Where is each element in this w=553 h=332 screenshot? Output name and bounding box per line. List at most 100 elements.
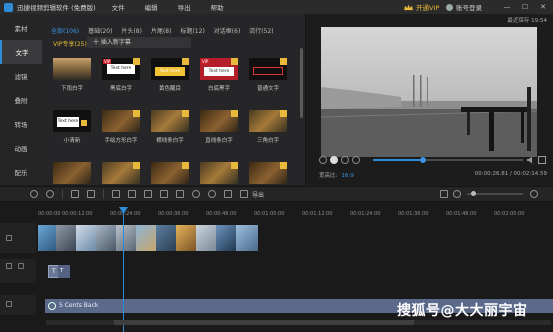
- music-track-icon: [6, 301, 12, 307]
- redo-icon[interactable]: [46, 190, 54, 198]
- text-template-tile[interactable]: [102, 162, 140, 184]
- text-template-tile[interactable]: 下雨白字: [53, 58, 91, 92]
- download-badge-icon: [231, 110, 238, 117]
- video-clip[interactable]: [136, 225, 156, 251]
- tab-basic[interactable]: 基础(20): [88, 26, 112, 35]
- zoom-in-icon[interactable]: [530, 190, 538, 198]
- export-button[interactable]: 导出: [252, 190, 264, 199]
- library-scrollbar[interactable]: [300, 48, 303, 118]
- tab-dialog[interactable]: 对话框(6): [214, 26, 241, 35]
- ruler-tick-label: 00:00:36.00: [158, 211, 189, 217]
- aspect-ratio-selector[interactable]: 宽高比: 16:9: [319, 171, 354, 179]
- download-badge-icon: [231, 162, 238, 169]
- download-badge-icon: [182, 162, 189, 169]
- ruler-tick-label: 00:01:24.00: [350, 211, 381, 217]
- tab-popular[interactable]: 流行(52): [249, 26, 273, 35]
- login-button[interactable]: 账号登录: [446, 2, 482, 12]
- microphone-icon[interactable]: [208, 190, 216, 198]
- undo-icon[interactable]: [30, 190, 38, 198]
- text-template-tile[interactable]: VIP Text here 白底黑字: [200, 58, 238, 92]
- menu-export[interactable]: 导出: [178, 2, 191, 12]
- template-thumbnail: [200, 110, 238, 132]
- timeline-scrollbar-thumb[interactable]: [114, 320, 414, 325]
- close-button[interactable]: ✕: [537, 2, 549, 12]
- previous-frame-icon[interactable]: [319, 156, 327, 164]
- music-note-icon: [48, 302, 56, 310]
- edit-icon[interactable]: [71, 190, 79, 198]
- text-template-tile[interactable]: 手绘方形白字: [102, 110, 140, 144]
- video-clip[interactable]: [38, 225, 56, 251]
- video-clip[interactable]: [96, 225, 116, 251]
- menu-file[interactable]: 文件: [112, 2, 125, 12]
- video-clip[interactable]: [56, 225, 76, 251]
- text-template-tile[interactable]: Text here 黄色醒目: [151, 58, 189, 92]
- sidebar-item-animation[interactable]: 动画: [0, 136, 42, 160]
- video-clip[interactable]: [176, 225, 196, 251]
- tab-all[interactable]: 全部(106): [51, 26, 79, 35]
- text-template-tile[interactable]: [249, 162, 287, 184]
- sidebar-item-text[interactable]: 文字: [0, 40, 42, 64]
- text-template-tile[interactable]: [151, 162, 189, 184]
- mosaic-icon[interactable]: [144, 190, 152, 198]
- freeze-frame-icon[interactable]: [176, 190, 184, 198]
- sidebar-item-transition[interactable]: 转场: [0, 112, 42, 136]
- maximize-button[interactable]: ☐: [519, 2, 531, 12]
- video-clip[interactable]: [196, 225, 216, 251]
- lock-icon[interactable]: [18, 263, 24, 269]
- tab-title[interactable]: 标题(12): [180, 26, 204, 35]
- export-icon[interactable]: [240, 190, 248, 198]
- insert-subtitle-button[interactable]: 十 插入新字幕: [87, 37, 191, 48]
- download-badge-icon: [280, 162, 287, 169]
- template-sample-frame: [253, 67, 283, 75]
- progress-handle[interactable]: [419, 157, 426, 163]
- next-frame-icon[interactable]: [352, 156, 360, 164]
- time-ruler[interactable]: 00:00:00 00:00:12.00 00:00:24.00 00:00:3…: [36, 209, 548, 221]
- timeline: 00:00:00 00:00:12.00 00:00:24.00 00:00:3…: [0, 203, 553, 332]
- playback-progress-bar[interactable]: [373, 157, 523, 163]
- text-template-tile[interactable]: VIP Text here 黑底白字: [102, 58, 140, 92]
- tab-intro[interactable]: 片头(8): [121, 26, 142, 35]
- video-clip[interactable]: [216, 225, 236, 251]
- template-thumbnail: [53, 162, 91, 184]
- video-clip[interactable]: [236, 225, 258, 251]
- text-clip[interactable]: T: [58, 265, 70, 278]
- text-template-tile[interactable]: 普通文字: [249, 58, 287, 92]
- video-clip[interactable]: [116, 225, 136, 251]
- sidebar-item-overlay[interactable]: 叠附: [0, 88, 42, 112]
- speed-icon[interactable]: [192, 190, 200, 198]
- menu-help[interactable]: 帮助: [211, 2, 224, 12]
- rotate-icon[interactable]: [160, 190, 168, 198]
- sidebar-item-music[interactable]: 配乐: [0, 160, 42, 184]
- text-template-tile[interactable]: 三角白字: [249, 110, 287, 144]
- crop-icon[interactable]: [112, 190, 120, 198]
- delete-icon[interactable]: [87, 190, 95, 198]
- text-template-tile[interactable]: [200, 162, 238, 184]
- text-template-tile[interactable]: [53, 162, 91, 184]
- video-clip[interactable]: [76, 225, 96, 251]
- text-template-tile[interactable]: 直线条白字: [200, 110, 238, 144]
- vip-button[interactable]: 开通VIP: [404, 2, 439, 12]
- fit-timeline-icon[interactable]: [440, 190, 448, 198]
- tab-outro[interactable]: 片尾(8): [151, 26, 172, 35]
- text-template-tile[interactable]: Text here 小清新: [53, 110, 91, 144]
- split-icon[interactable]: [128, 190, 136, 198]
- vip-exclusive-tab[interactable]: VIP专享(25): [53, 39, 87, 48]
- menu-edit[interactable]: 编辑: [145, 2, 158, 12]
- ruler-tick-label: 00:01:12.00: [302, 211, 333, 217]
- zoom-handle[interactable]: [471, 191, 476, 196]
- fullscreen-icon[interactable]: [538, 156, 546, 164]
- zoom-out-icon[interactable]: [453, 190, 461, 198]
- play-button[interactable]: [330, 156, 338, 164]
- audio-adjust-icon[interactable]: [224, 190, 232, 198]
- sidebar-item-material[interactable]: 素材: [0, 16, 42, 40]
- zoom-slider[interactable]: [467, 191, 523, 196]
- sidebar-item-filter[interactable]: 滤镜: [0, 64, 42, 88]
- volume-icon[interactable]: [527, 156, 535, 164]
- text-template-tile[interactable]: 横线条白字: [151, 110, 189, 144]
- playhead[interactable]: [123, 213, 124, 332]
- timeline-scrollbar[interactable]: [46, 320, 551, 325]
- video-clip[interactable]: [156, 225, 176, 251]
- minimize-button[interactable]: —: [501, 2, 513, 12]
- autosave-status: 最近保存 19:54: [507, 18, 547, 24]
- stop-button[interactable]: [341, 156, 349, 164]
